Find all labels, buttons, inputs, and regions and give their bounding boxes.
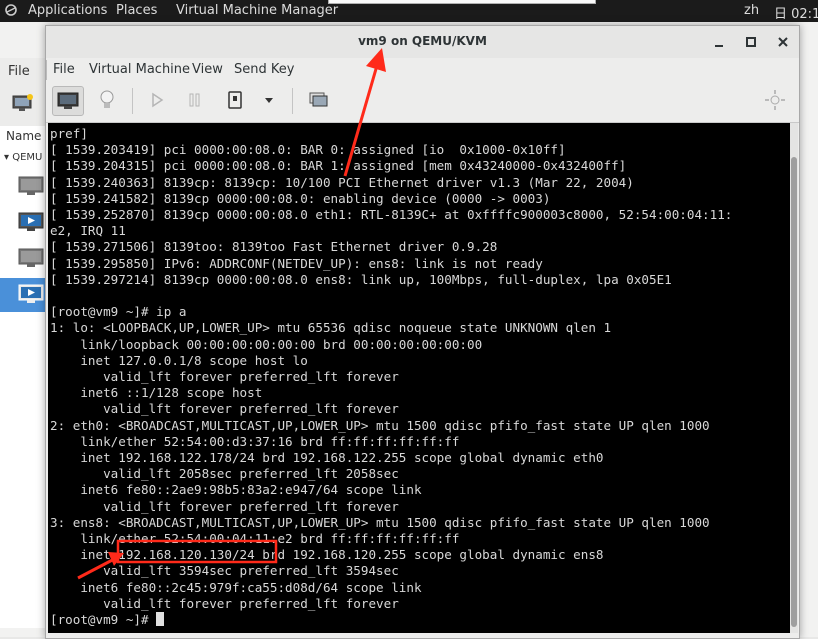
close-icon: [778, 37, 788, 47]
console-line: [root@vm9 ~]# ip a: [50, 304, 187, 320]
vm-running-icon: [18, 212, 44, 232]
clock[interactable]: 日 02:1: [774, 3, 818, 22]
maximize-icon: [746, 37, 756, 47]
vm-manager-menubar: File: [0, 58, 48, 87]
vm-shutoff-icon: [18, 248, 44, 268]
console-line: 3: ens8: <BROADCAST,MULTICAST,UP,LOWER_U…: [50, 514, 710, 530]
console-line: inet 127.0.0.1/8 scope host lo: [50, 352, 308, 368]
menu-virtual-machine[interactable]: Virtual Machine: [89, 62, 190, 77]
console-line: link/ether 52:54:00:04:11:e2 brd ff:ff:f…: [50, 531, 460, 547]
vm-window-titlebar[interactable]: vm9 on QEMU/KVM: [46, 26, 799, 59]
console-line: [ 1539.297214] 8139cp 0000:00:08.0 ens8:…: [50, 271, 672, 287]
console-line: [ 1539.203419] pci 0000:00:08.0: BAR 0: …: [50, 142, 566, 158]
applications-icon: [4, 3, 18, 21]
console-line: [ 1539.204315] pci 0000:00:08.0: BAR 1: …: [50, 158, 627, 174]
vm-console-screen[interactable]: pref] [ 1539.203419] pci 0000:00:08.0: B…: [48, 123, 790, 633]
console-line: [ 1539.252870] 8139cp 0000:00:08.0 eth1:…: [50, 207, 733, 223]
toolbar-separator: [132, 88, 133, 114]
menu-send-key[interactable]: Send Key: [234, 62, 294, 77]
console-line: inet6 fe80::2ae9:98b5:83a2:e947/64 scope…: [50, 482, 422, 498]
vm-manager-file-menu[interactable]: File: [8, 64, 30, 79]
places-menu[interactable]: Places: [116, 3, 157, 18]
console-line: inet6 ::1/128 scope host: [50, 385, 263, 401]
console-line: valid_lft forever preferred_lft forever: [50, 401, 399, 417]
hidden-search-box: [328, 0, 596, 4]
vm-list-item[interactable]: [0, 170, 48, 204]
console-line: pref]: [50, 126, 88, 141]
vm-console-window: vm9 on QEMU/KVM File Virtual Machine Vie…: [45, 25, 800, 639]
vm-list-item[interactable]: [0, 242, 48, 276]
vm-shutoff-icon: [18, 176, 44, 196]
vm-window-title: vm9 on QEMU/KVM: [358, 34, 487, 48]
run-button[interactable]: [142, 86, 174, 116]
vm-menubar: File Virtual Machine View Send Key: [46, 58, 799, 82]
snapshots-button[interactable]: [302, 86, 334, 116]
qemu-group-label: QEMU: [12, 152, 43, 163]
shutdown-menu-button[interactable]: [254, 86, 286, 116]
vm-list-item-selected[interactable]: [0, 278, 48, 312]
console-line: [ 1539.271506] 8139too: 8139too Fast Eth…: [50, 239, 498, 255]
maximize-button[interactable]: [741, 32, 761, 52]
monitor-icon: [57, 92, 79, 109]
console-line: link/loopback 00:00:00:00:00:00 brd 00:0…: [50, 336, 483, 352]
toolbar-separator: [292, 88, 293, 114]
console-output: pref] [ 1539.203419] pci 0000:00:08.0: B…: [50, 126, 732, 628]
console-line: 1: lo: <LOOPBACK,UP,LOWER_UP> mtu 65536 …: [50, 320, 612, 336]
power-icon: [228, 91, 242, 109]
active-app-menu[interactable]: Virtual Machine Manager: [176, 3, 338, 18]
minimize-icon: [715, 45, 723, 47]
qemu-connection-group[interactable]: ▾ QEMU: [4, 152, 42, 163]
vm-toolbar: [46, 82, 799, 123]
menubar-separator: [46, 60, 47, 80]
fullscreen-button[interactable]: [760, 86, 792, 116]
scrollbar-thumb[interactable]: [791, 157, 797, 627]
console-line: valid_lft forever preferred_lft forever: [50, 369, 399, 385]
top-bar: Applications Places Virtual Machine Mana…: [0, 0, 818, 22]
show-details-button[interactable]: [92, 86, 124, 116]
terminal-cursor: [156, 612, 165, 627]
vm-manager-toolbar: [0, 86, 48, 127]
menu-file[interactable]: File: [53, 62, 75, 77]
console-line: inet 192.168.120.130/24 brd 192.168.120.…: [50, 547, 604, 563]
vm-list-item[interactable]: [0, 206, 48, 240]
console-line: valid_lft 2058sec preferred_lft 2058sec: [50, 466, 399, 482]
console-line: e2, IRQ 11: [50, 223, 126, 239]
console-line: [ 1539.295850] IPv6: ADDRCONF(NETDEV_UP)…: [50, 255, 543, 271]
vm-list: ▾ QEMU: [0, 148, 48, 628]
console-line: [ 1539.240363] 8139cp: 8139cp: 10/100 PC…: [50, 174, 634, 190]
console-line: 2: eth0: <BROADCAST,MULTICAST,UP,LOWER_U…: [50, 417, 710, 433]
console-line: valid_lft forever preferred_lft forever: [50, 498, 399, 514]
show-console-button[interactable]: [52, 86, 84, 116]
applications-menu[interactable]: Applications: [28, 3, 107, 18]
console-line: [root@vm9 ~]#: [50, 612, 157, 628]
vm-running-icon: [18, 284, 44, 304]
console-line: [ 1539.241582] 8139cp 0000:00:08.0: enab…: [50, 190, 551, 206]
shutdown-button[interactable]: [220, 86, 252, 116]
fullscreen-icon: [765, 90, 785, 110]
console-scrollbar[interactable]: [790, 123, 798, 633]
new-vm-icon[interactable]: [12, 94, 34, 112]
console-line: inet 192.168.122.178/24 brd 192.168.122.…: [50, 450, 604, 466]
vm-list-header: Name: [0, 126, 48, 149]
close-button[interactable]: [773, 32, 793, 52]
console-line: valid_lft forever preferred_lft forever: [50, 595, 399, 611]
input-method-indicator[interactable]: zh: [744, 3, 759, 18]
lightbulb-icon: [100, 90, 114, 108]
pause-button[interactable]: [180, 86, 212, 116]
menu-view[interactable]: View: [192, 62, 223, 77]
snapshot-icon: [309, 92, 328, 107]
chevron-down-icon: [265, 98, 273, 103]
console-line: inet6 fe80::2c45:979f:ca55:d08d/64 scope…: [50, 579, 422, 595]
name-column-header[interactable]: Name: [6, 129, 41, 143]
pause-icon: [189, 93, 200, 107]
console-line: link/ether 52:54:00:d3:37:16 brd ff:ff:f…: [50, 433, 460, 449]
play-icon: [152, 92, 164, 108]
minimize-button[interactable]: [709, 32, 729, 52]
console-line: valid_lft 3594sec preferred_lft 3594sec: [50, 563, 399, 579]
